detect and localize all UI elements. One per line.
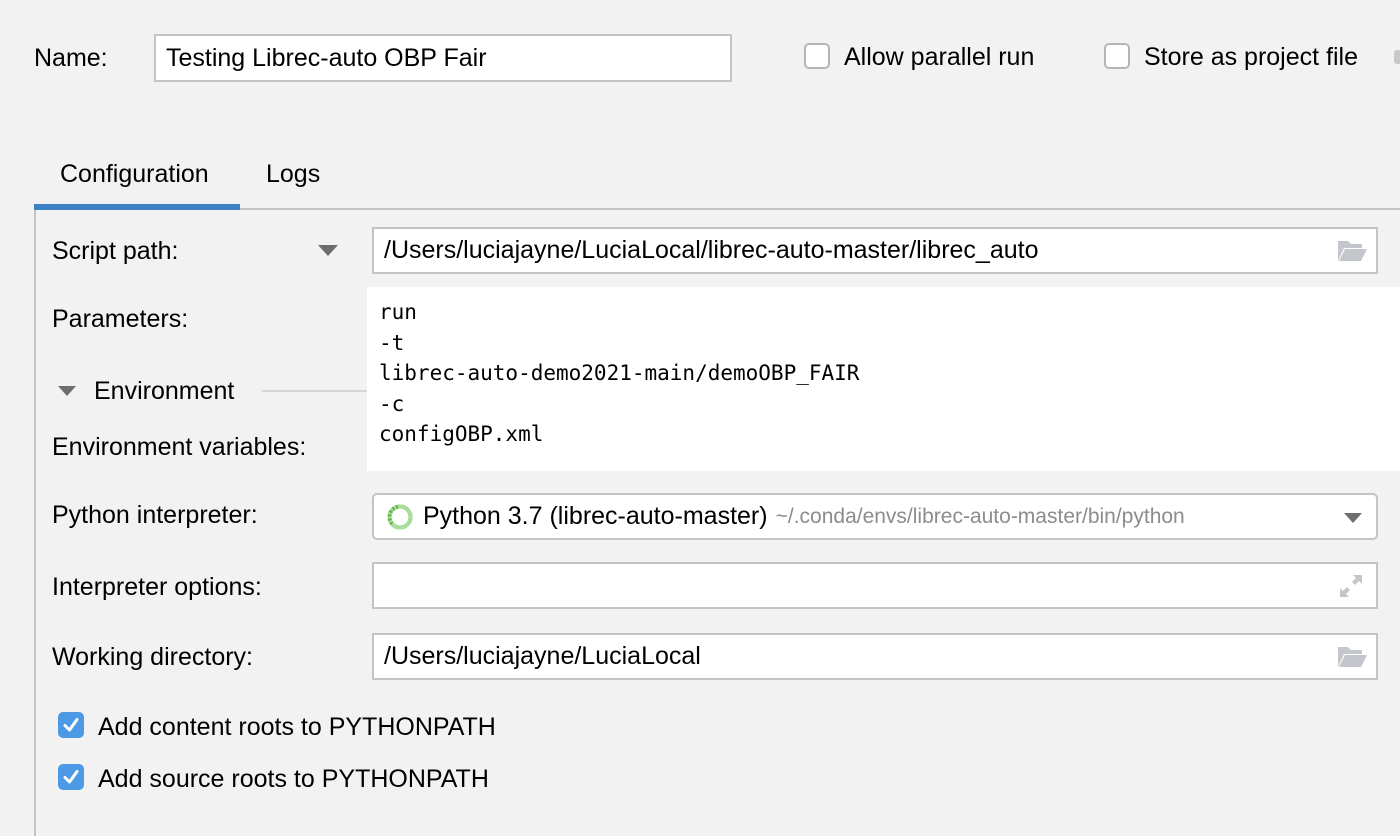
python-interpreter-value: Python 3.7 (librec-auto-master) xyxy=(423,502,768,530)
checkmark-icon xyxy=(63,718,79,732)
allow-parallel-run-checkbox[interactable] xyxy=(804,43,830,69)
allow-parallel-run-label[interactable]: Allow parallel run xyxy=(844,43,1034,72)
environment-variables-label: Environment variables: xyxy=(52,433,307,461)
parameter-line: librec-auto-demo2021-main/demoOBP_FAIR xyxy=(379,361,860,385)
parameters-textarea[interactable]: run -t librec-auto-demo2021-main/demoOBP… xyxy=(367,287,1400,471)
tab-configuration[interactable]: Configuration xyxy=(60,160,209,192)
interpreter-options-label: Interpreter options: xyxy=(52,573,262,601)
script-type-dropdown-icon[interactable] xyxy=(318,245,338,256)
expand-icon[interactable] xyxy=(1338,573,1364,599)
script-path-value: /Users/luciajayne/LuciaLocal/librec-auto… xyxy=(384,236,1039,264)
name-input[interactable]: Testing Librec-auto OBP Fair xyxy=(154,34,732,82)
environment-section-title[interactable]: Environment xyxy=(94,377,234,406)
python-interpreter-select[interactable]: Python 3.7 (librec-auto-master) ~/.conda… xyxy=(372,493,1378,540)
working-directory-value: /Users/luciajayne/LuciaLocal xyxy=(384,642,701,670)
chevron-down-icon[interactable] xyxy=(1344,513,1362,523)
environment-divider xyxy=(262,390,367,392)
checkmark-icon xyxy=(63,770,79,784)
add-content-roots-label[interactable]: Add content roots to PYTHONPATH xyxy=(98,713,496,742)
script-path-input[interactable]: /Users/luciajayne/LuciaLocal/librec-auto… xyxy=(372,227,1378,274)
parameters-label: Parameters: xyxy=(52,305,189,333)
script-path-label: Script path: xyxy=(52,237,179,265)
name-label: Name: xyxy=(34,44,108,72)
parameter-line: configOBP.xml xyxy=(379,422,544,446)
working-directory-label: Working directory: xyxy=(52,643,253,671)
active-tab-indicator xyxy=(34,204,240,210)
parameter-line: run xyxy=(379,300,417,324)
parameter-line: -t xyxy=(379,330,405,355)
add-source-roots-label[interactable]: Add source roots to PYTHONPATH xyxy=(98,765,489,794)
environment-collapse-icon[interactable] xyxy=(58,386,76,396)
gear-icon[interactable] xyxy=(1394,50,1400,64)
python-interpreter-label: Python interpreter: xyxy=(52,501,258,529)
interpreter-options-input[interactable] xyxy=(372,562,1378,609)
tab-divider xyxy=(240,208,1400,210)
parameter-line: -c xyxy=(379,391,405,416)
tab-logs[interactable]: Logs xyxy=(266,160,320,192)
store-as-project-file-checkbox[interactable] xyxy=(1104,43,1130,69)
add-content-roots-checkbox[interactable] xyxy=(58,712,84,738)
working-directory-input[interactable]: /Users/luciajayne/LuciaLocal xyxy=(372,633,1378,680)
python-interpreter-path: ~/.conda/envs/librec-auto-master/bin/pyt… xyxy=(775,504,1185,528)
folder-icon[interactable] xyxy=(1336,645,1368,669)
add-source-roots-checkbox[interactable] xyxy=(58,764,84,790)
python-interpreter-icon xyxy=(387,504,413,529)
store-as-project-file-label[interactable]: Store as project file xyxy=(1144,43,1358,72)
folder-icon[interactable] xyxy=(1336,239,1368,263)
panel-left-border xyxy=(34,210,36,836)
name-input-value: Testing Librec-auto OBP Fair xyxy=(166,43,487,72)
